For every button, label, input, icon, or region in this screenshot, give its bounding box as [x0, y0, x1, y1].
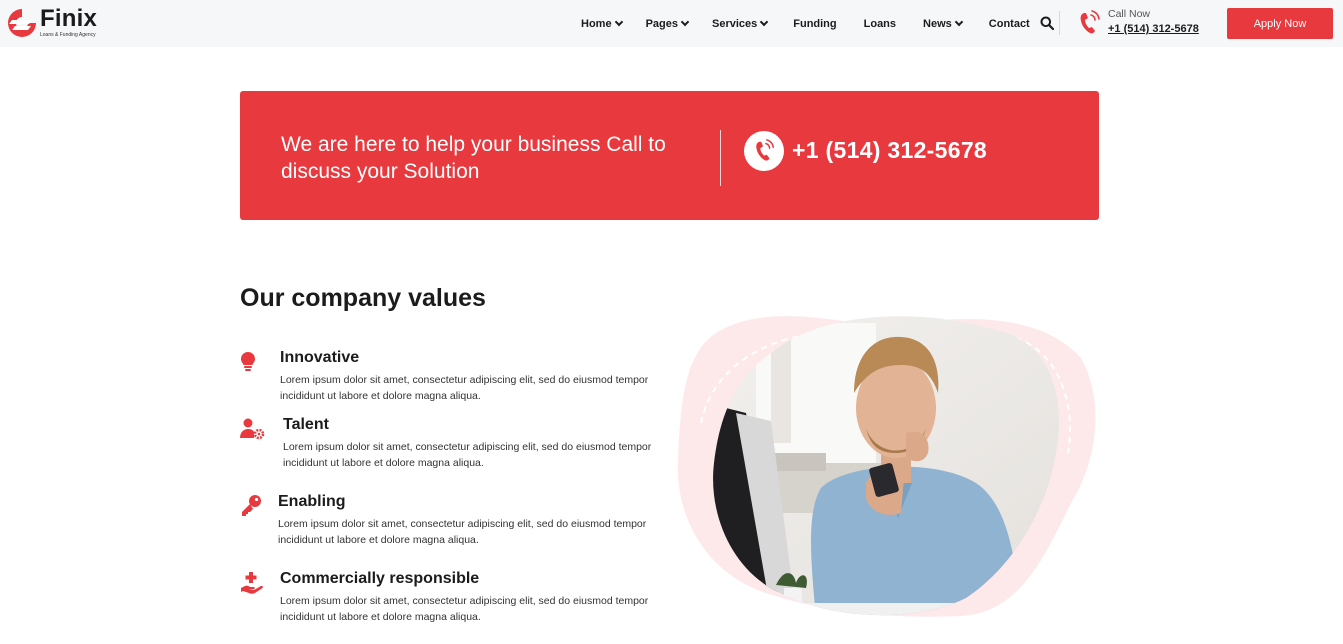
value-title: Commercially responsible — [280, 570, 480, 587]
nav-label: Services — [711, 17, 758, 30]
section-title: Our company values — [240, 284, 486, 312]
value-title: Talent — [283, 416, 329, 433]
site-header: Finix Loans & Funding Agency Home Pages … — [0, 0, 1343, 47]
nav-label: News — [923, 17, 952, 30]
logo-name: Finix — [40, 5, 98, 32]
chevron-down-icon — [954, 17, 964, 26]
value-title: Innovative — [280, 349, 360, 366]
lightbulb-icon — [241, 352, 255, 371]
nav-label: Home — [581, 17, 612, 30]
cta-banner: We are here to help your business Call t… — [240, 91, 1099, 220]
value-description: Lorem ipsum dolor sit amet, consectetur … — [280, 374, 649, 402]
nav-label: Loans — [863, 17, 897, 30]
nav-label: Contact — [988, 17, 1030, 30]
call-label: Call Now — [1108, 8, 1151, 20]
value-description: Lorem ipsum dolor sit amet, consectetur … — [278, 518, 647, 546]
user-gear-icon — [240, 418, 265, 440]
chevron-down-icon — [760, 17, 769, 26]
call-number-link[interactable]: +1 (514) 312-5678 — [1108, 21, 1199, 37]
nav-item-home[interactable]: Home — [581, 17, 623, 30]
nav-item-news[interactable]: News — [923, 17, 964, 30]
nav-item-funding[interactable]: Funding — [793, 18, 836, 30]
cta-divider — [720, 130, 721, 186]
phone-ringing-icon — [744, 131, 784, 171]
logo-tagline: Loans & Funding Agency — [40, 32, 96, 38]
chevron-down-icon — [680, 17, 690, 26]
nav-item-pages[interactable]: Pages — [645, 17, 690, 30]
value-description: Lorem ipsum dolor sit amet, consectetur … — [283, 441, 652, 469]
header-divider — [1059, 11, 1060, 35]
value-title: Enabling — [278, 493, 346, 510]
phone-ringing-icon — [1080, 10, 1100, 34]
hand-plus-icon — [241, 572, 263, 594]
logo[interactable]: Finix Loans & Funding Agency — [6, 7, 97, 39]
nav-item-loans[interactable]: Loans — [864, 18, 896, 30]
apply-now-button[interactable]: Apply Now — [1227, 8, 1333, 39]
nav-label: Pages — [645, 17, 678, 30]
values-illustration — [677, 316, 1096, 617]
key-icon — [242, 495, 261, 516]
chevron-down-icon — [614, 17, 623, 26]
search-icon[interactable] — [1040, 16, 1054, 30]
cta-phone-number[interactable]: +1 (514) 312-5678 — [792, 137, 987, 164]
main-nav: Home Pages Services Funding Loans News C… — [581, 0, 1030, 47]
value-description: Lorem ipsum dolor sit amet, consectetur … — [280, 595, 649, 623]
nav-item-contact[interactable]: Contact — [989, 18, 1030, 30]
call-now[interactable]: Call Now +1 (514) 312-5678 — [1078, 8, 1199, 37]
cta-text: We are here to help your business Call t… — [281, 133, 666, 183]
finix-logo-icon — [8, 9, 36, 37]
nav-label: Funding — [793, 17, 837, 30]
nav-item-services[interactable]: Services — [711, 17, 769, 30]
